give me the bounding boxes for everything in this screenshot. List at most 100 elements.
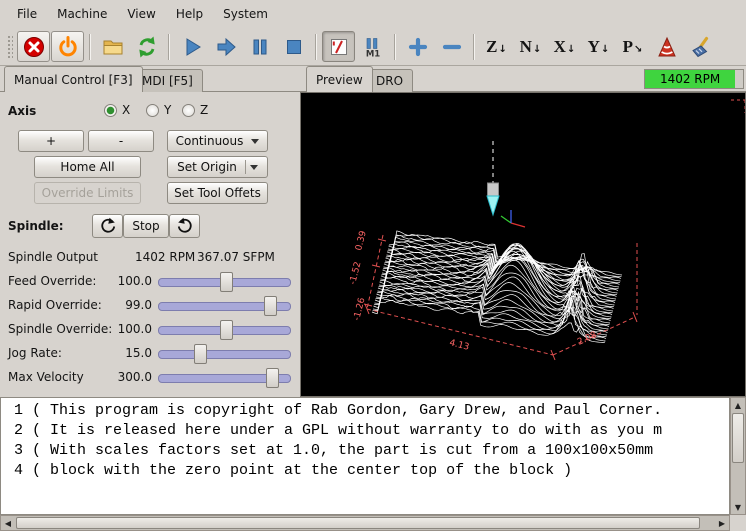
scroll-down-button[interactable]: ▼ xyxy=(731,500,745,514)
jog-rate-slider[interactable] xyxy=(158,342,291,366)
tab-mdi[interactable]: MDI [F5] xyxy=(132,69,203,92)
feed-override-slider[interactable] xyxy=(158,270,291,294)
axis-radio-x[interactable]: X xyxy=(104,103,130,117)
rapid-override-slider[interactable] xyxy=(158,294,291,318)
jog-minus-button[interactable]: - xyxy=(88,130,154,152)
zoom-out-button[interactable] xyxy=(435,31,468,62)
control-tabs: Manual Control [F3] MDI [F5] xyxy=(0,66,300,92)
max-velocity-value: 300.0 xyxy=(96,370,152,384)
view-rotated-top-button[interactable]: N ↓ xyxy=(514,31,547,62)
scroll-left-button[interactable]: ◀ xyxy=(1,516,15,530)
reload-file-button[interactable] xyxy=(130,31,163,62)
radio-icon xyxy=(146,104,159,117)
override-limits-button[interactable]: Override Limits xyxy=(34,182,141,204)
tab-preview[interactable]: Preview xyxy=(306,66,373,92)
horizontal-scroll-thumb[interactable] xyxy=(16,517,700,529)
skip-lines-toggle[interactable] xyxy=(322,31,355,62)
pause-button[interactable] xyxy=(243,31,276,62)
line-number: 3 xyxy=(5,441,23,461)
spindle-override-value: 100.0 xyxy=(96,322,152,336)
rotate-view-button[interactable] xyxy=(650,31,683,62)
estop-icon xyxy=(22,35,46,59)
arrow-left-icon: ◀ xyxy=(5,519,11,528)
slider-handle[interactable] xyxy=(220,272,233,292)
spindle-forward-button[interactable] xyxy=(169,214,200,238)
horizontal-scrollbar[interactable]: ◀ ▶ xyxy=(0,515,730,531)
view-front-button[interactable]: Y ↓ xyxy=(582,31,615,62)
zoom-in-button[interactable] xyxy=(401,31,434,62)
spindle-rpm-bar: 1402 RPM xyxy=(644,69,744,89)
spindle-override-slider[interactable] xyxy=(158,318,291,342)
scrollbar-corner xyxy=(730,515,746,531)
view-side-button[interactable]: X ↓ xyxy=(548,31,581,62)
open-file-button[interactable] xyxy=(96,31,129,62)
slider-handle[interactable] xyxy=(266,368,279,388)
step-button[interactable] xyxy=(209,31,242,62)
axis-radio-z[interactable]: Z xyxy=(182,103,208,117)
slider-handle[interactable] xyxy=(264,296,277,316)
spindle-output-label: Spindle Output xyxy=(8,250,98,264)
svg-text:-1.26: -1.26 xyxy=(352,296,367,321)
set-origin-button[interactable]: Set Origin xyxy=(167,156,268,178)
gcode-line[interactable]: 3( With scales factors set at 1.0, the p… xyxy=(5,441,729,461)
jog-mode-dropdown[interactable]: Continuous xyxy=(167,130,268,152)
toolpath-preview: 0.39 -1.52 -1.26 4.13 2.08 xyxy=(301,93,745,396)
toolbar-separator xyxy=(168,34,170,60)
feed-override-row: Feed Override: 100.0 xyxy=(0,270,300,294)
rpm-bar-fill: 1402 RPM xyxy=(645,70,735,88)
slider-handle[interactable] xyxy=(194,344,207,364)
menu-system[interactable]: System xyxy=(214,2,277,26)
optional-pause-icon: M1 xyxy=(361,35,385,59)
gcode-line[interactable]: 2( It is released here under a GPL witho… xyxy=(5,421,729,441)
vertical-scrollbar[interactable]: ▲ ▼ xyxy=(730,397,746,515)
menu-machine[interactable]: Machine xyxy=(48,2,116,26)
brush-icon xyxy=(689,35,713,59)
machine-power-button[interactable] xyxy=(51,31,84,62)
cone-icon xyxy=(655,35,679,59)
open-folder-icon xyxy=(101,35,125,59)
spindle-reverse-button[interactable] xyxy=(92,214,123,238)
gcode-line[interactable]: 1( This program is copyright of Rab Gord… xyxy=(5,401,729,421)
gcode-text-view[interactable]: 1( This program is copyright of Rab Gord… xyxy=(0,397,730,515)
arrow-right-icon xyxy=(214,35,238,59)
svg-text:2.08: 2.08 xyxy=(576,330,599,348)
spindle-stop-button[interactable]: Stop xyxy=(123,214,169,238)
toolbar-drag-handle[interactable] xyxy=(6,34,13,60)
tab-dro[interactable]: DRO xyxy=(366,69,413,92)
letter-y-icon: Y xyxy=(588,38,600,55)
tab-manual-control[interactable]: Manual Control [F3] xyxy=(4,66,143,92)
manual-control-panel: Axis X Y Z + - xyxy=(0,92,300,397)
radio-icon xyxy=(182,104,195,117)
set-tool-offsets-button[interactable]: Set Tool Offets xyxy=(167,182,268,204)
tool-cone-icon xyxy=(487,141,499,215)
power-icon xyxy=(56,35,80,59)
max-velocity-slider[interactable] xyxy=(158,366,291,390)
stop-button[interactable] xyxy=(277,31,310,62)
line-number: 2 xyxy=(5,421,23,441)
run-program-button[interactable] xyxy=(175,31,208,62)
estop-button[interactable] xyxy=(17,31,50,62)
view-perspective-button[interactable]: P ↘ xyxy=(616,31,649,62)
scroll-right-button[interactable]: ▶ xyxy=(715,516,729,530)
slider-handle[interactable] xyxy=(220,320,233,340)
line-number: 4 xyxy=(5,461,23,481)
preview-tabs: Preview DRO 1402 RPM xyxy=(300,66,746,92)
toolpath-wireframe xyxy=(372,231,622,343)
jog-plus-button[interactable]: + xyxy=(18,130,84,152)
chevron-down-icon xyxy=(251,139,259,148)
vertical-scroll-thumb[interactable] xyxy=(732,413,744,463)
menu-file[interactable]: File xyxy=(8,2,46,26)
view-top-button[interactable]: Z ↓ xyxy=(480,31,513,62)
menu-help[interactable]: Help xyxy=(167,2,212,26)
scroll-up-button[interactable]: ▲ xyxy=(731,398,745,412)
gremlin-preview-canvas[interactable]: 0.39 -1.52 -1.26 4.13 2.08 xyxy=(300,92,746,397)
clear-plot-button[interactable] xyxy=(684,31,717,62)
preview-notebook: Preview DRO 1402 RPM xyxy=(300,66,746,397)
optional-pause-toggle[interactable]: M1 xyxy=(356,31,389,62)
home-all-button[interactable]: Home All xyxy=(34,156,141,178)
axis-radio-y[interactable]: Y xyxy=(146,103,171,117)
reload-icon xyxy=(135,35,159,59)
menu-view[interactable]: View xyxy=(118,2,164,26)
toolbar-separator xyxy=(473,34,475,60)
gcode-line[interactable]: 4( block with the zero point at the cent… xyxy=(5,461,729,481)
